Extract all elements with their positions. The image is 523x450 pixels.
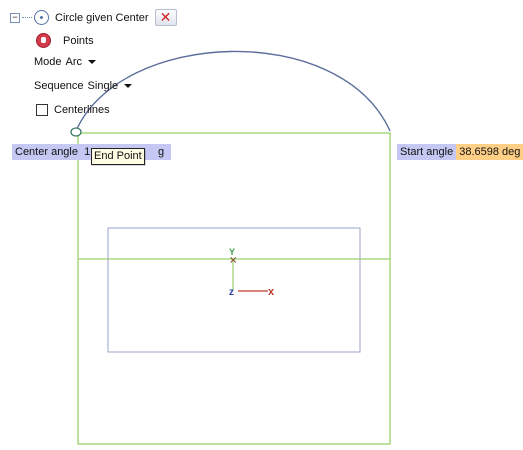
centerlines-checkbox[interactable] [36,104,48,116]
sequence-label: Sequence [34,80,84,92]
start-angle-value[interactable]: 38.6598 deg [456,144,523,160]
mode-dropdown[interactable]: Mode Arc [34,56,97,68]
sequence-dropdown[interactable]: Sequence Single [34,80,133,92]
close-icon: ✕ [159,9,172,26]
command-title-row: − Circle given Center ✕ [10,9,177,26]
center-angle-value-end: g [158,146,165,158]
end-point-tooltip: End Point [91,148,145,165]
center-angle-value-start: 1 [84,146,91,158]
mode-value: Arc [65,56,83,68]
tree-connector [22,17,32,18]
chevron-down-icon [88,60,97,64]
center-angle-label: Center angle [15,146,78,158]
cancel-button[interactable]: ✕ [154,9,177,26]
centerlines-option[interactable]: Centerlines [36,104,110,116]
triad-x-label: x [268,286,275,298]
centerlines-label: Centerlines [54,104,110,116]
triad-origin-mark: × [229,255,237,266]
start-angle-label: Start angle [397,144,457,160]
circle-center-icon [34,10,49,25]
collapse-toggle[interactable]: − [10,12,20,23]
start-angle-field[interactable]: Start angle 38.6598 deg [397,144,523,160]
triad-z-label: z [229,287,234,298]
chevron-down-icon [124,84,133,88]
end-point-marker[interactable] [70,127,82,137]
mode-label: Mode [34,56,62,68]
coordinate-triad: Y × z x [229,247,275,298]
points-label: Points [63,34,94,47]
sequence-value: Single [87,80,119,92]
points-row[interactable]: Points [36,33,94,48]
command-title: Circle given Center [55,11,149,24]
points-icon [36,33,51,48]
sketch-outer-rectangle[interactable] [77,132,391,445]
